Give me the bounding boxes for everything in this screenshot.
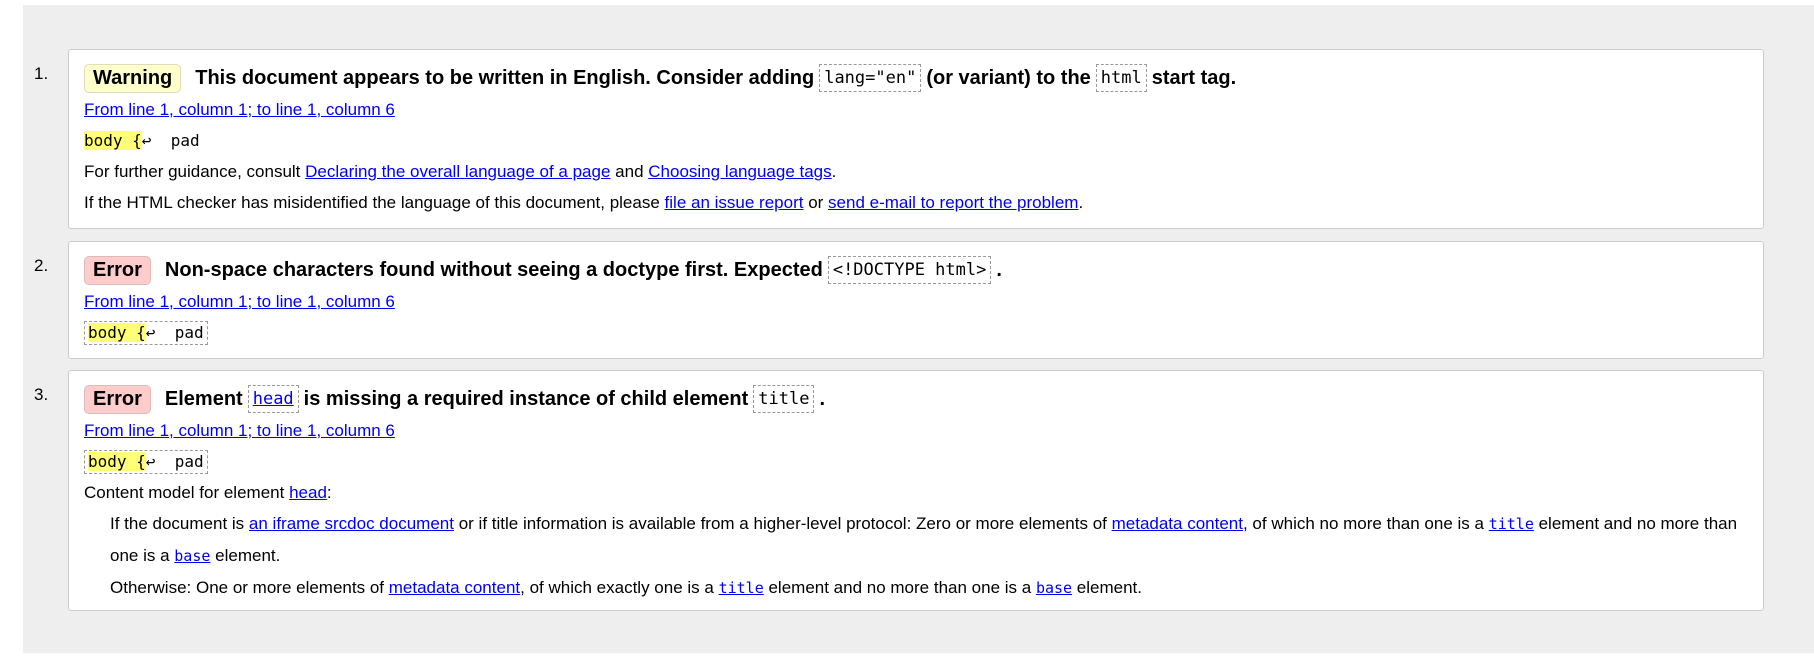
message-number: 2. (34, 256, 49, 275)
error-badge: Error (84, 255, 151, 285)
location-link[interactable]: From line 1, column 1; to line 1, column… (84, 100, 395, 119)
head-element-link[interactable]: head (289, 483, 327, 502)
base-link[interactable]: base (174, 547, 210, 565)
send-email-link[interactable]: send e-mail to report the problem (828, 193, 1078, 212)
line-break-icon: ↩ (141, 131, 152, 150)
metadata-content-link[interactable]: metadata content (1112, 514, 1243, 533)
code-title: title (753, 385, 815, 413)
message-number: 1. (34, 64, 49, 83)
title-link[interactable]: title (1489, 515, 1534, 533)
source-extract: body {↩ pad (84, 131, 200, 150)
choosing-tags-link[interactable]: Choosing language tags (648, 162, 831, 181)
location-link[interactable]: From line 1, column 1; to line 1, column… (84, 292, 395, 311)
content-model-case-2: Otherwise: One or more elements of metad… (110, 578, 1142, 597)
metadata-content-link[interactable]: metadata content (389, 578, 520, 597)
message-text: This document appears to be written in E… (195, 66, 815, 89)
source-extract: body {↩ pad (84, 321, 208, 345)
iframe-srcdoc-link[interactable]: an iframe srcdoc document (249, 514, 454, 533)
code-html: html (1095, 64, 1147, 92)
line-break-icon: ↩ (145, 452, 156, 471)
message-text: (or variant) to the (926, 66, 1091, 89)
line-break-icon: ↩ (145, 323, 156, 342)
title-link[interactable]: title (719, 579, 764, 597)
message-2: 2. Error Non-space characters found with… (34, 241, 1764, 359)
message-3: 3. Error Element head is missing a requi… (34, 370, 1764, 611)
source-extract: body {↩ pad (84, 450, 208, 474)
location-link[interactable]: From line 1, column 1; to line 1, column… (84, 421, 395, 440)
base-link[interactable]: base (1036, 579, 1072, 597)
head-link[interactable]: head (253, 389, 294, 409)
error-badge: Error (84, 384, 151, 414)
message-number: 3. (34, 385, 49, 404)
warning-badge: Warning (84, 63, 182, 93)
file-issue-link[interactable]: file an issue report (665, 193, 804, 212)
content-model-case-1: If the document is an iframe srcdoc docu… (110, 514, 1738, 565)
code-doctype: <!DOCTYPE html> (827, 256, 992, 284)
message-text: Non-space characters found without seein… (164, 258, 823, 281)
message-text: start tag. (1151, 66, 1237, 89)
code-lang: lang="en" (819, 64, 922, 92)
message-1: 1. Warning This document appears to be w… (34, 49, 1764, 229)
declaring-language-link[interactable]: Declaring the overall language of a page (305, 162, 610, 181)
